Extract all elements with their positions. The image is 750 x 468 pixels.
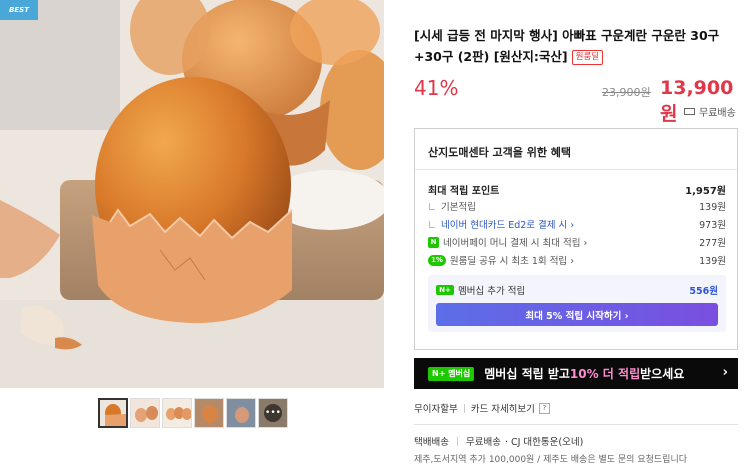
membership-value: 556원: [689, 286, 718, 297]
product-title-text: [시세 급등 전 마지막 행사] 아빠표 구운계란 구운란 30구+30구 (2…: [414, 28, 720, 64]
thumbnail-4[interactable]: [194, 398, 224, 428]
tree-line-icon: [429, 220, 435, 228]
divider: [463, 403, 465, 413]
chevron-right-icon: ›: [722, 365, 728, 380]
membership-row: N+ 멤버십 추가 적립 556원: [436, 283, 718, 297]
max-points-row: 최대 적립 포인트 1,957원: [428, 182, 726, 197]
benefit-row-basic: 기본적립 139원: [428, 199, 726, 213]
tree-line-icon: [429, 202, 435, 210]
max-points-label: 최대 적립 포인트: [428, 186, 500, 197]
thumbnail-5[interactable]: [226, 398, 256, 428]
benefit-value: 139원: [699, 256, 726, 267]
product-title: [시세 급등 전 마지막 행사] 아빠표 구운계란 구운란 30구+30구 (2…: [414, 25, 744, 67]
membership-promo-banner[interactable]: N+ 멤버십 멤버십 적립 받고 10% 더 적립 받으세요 ›: [414, 358, 738, 389]
benefit-value: 277원: [699, 238, 726, 249]
card-benefit-link[interactable]: 네이버 현대카드 Ed2로 결제 시 ›: [441, 217, 574, 231]
payment-options: 무이자할부 카드 자세히보기 ?: [414, 401, 550, 415]
benefit-value: 973원: [699, 220, 726, 231]
divider: [456, 436, 458, 446]
shipping-info: 무료배송: [684, 104, 736, 119]
egg-thumb-image: [100, 400, 126, 426]
installment-label: 무이자할부: [414, 404, 458, 415]
share-benefit-link[interactable]: 원룸딜 공유 시 최초 1회 적립 ›: [450, 253, 574, 267]
shipping-label: 무료배송: [699, 108, 736, 119]
card-detail-link[interactable]: 카드 자세히보기: [471, 401, 535, 415]
divider: [414, 424, 738, 425]
egg-photo: [0, 0, 384, 388]
more-icon: •••: [264, 404, 282, 422]
best-badge: BEST: [0, 0, 38, 20]
egg-thumb-image: [163, 399, 191, 427]
benefit-box: 산지도매센타 고객을 위한 혜택 최대 적립 포인트 1,957원 기본적립 1…: [414, 128, 738, 350]
npay-icon: N: [428, 236, 439, 248]
thumbnail-strip: •••: [98, 398, 288, 428]
delivery-carrier: · CJ 대한통운(오네): [504, 437, 584, 448]
membership-label: 멤버십 추가 적립: [458, 286, 526, 297]
thumbnail-1[interactable]: [98, 398, 128, 428]
delivery-info: 택배배송 무료배송 · CJ 대한통운(오네): [414, 434, 583, 448]
egg-thumb-image: [227, 399, 255, 427]
egg-thumb-image: [131, 399, 159, 427]
membership-box: N+ 멤버십 추가 적립 556원 최대 5% 적립 시작하기 ›: [428, 275, 726, 332]
benefit-row-card[interactable]: 네이버 현대카드 Ed2로 결제 시 › 973원: [428, 217, 726, 231]
original-price: 23,900원: [602, 86, 651, 99]
promo-text-1: 멤버십 적립 받고: [484, 367, 570, 381]
benefit-label: 기본적립: [441, 202, 476, 213]
benefit-title: 산지도매센타 고객을 위한 혜택: [428, 146, 572, 159]
discount-rate: 41%: [414, 76, 459, 100]
membership-start-button[interactable]: 최대 5% 적립 시작하기 ›: [436, 303, 718, 326]
thumbnail-2[interactable]: [130, 398, 160, 428]
main-product-image[interactable]: BEST: [0, 0, 384, 388]
thumbnail-more[interactable]: •••: [258, 398, 288, 428]
naver-plus-membership-icon: N+ 멤버십: [428, 366, 475, 381]
benefit-row-share[interactable]: 1% 원룸딜 공유 시 최초 1회 적립 › 139원: [428, 253, 726, 267]
share-percent-icon: 1%: [428, 254, 446, 266]
thumbnail-3[interactable]: [162, 398, 192, 428]
max-points-value: 1,957원: [685, 186, 726, 197]
help-icon[interactable]: ?: [538, 402, 550, 414]
egg-thumb-image: [195, 399, 223, 427]
npay-benefit-link[interactable]: 네이버페이 머니 결제 시 최대 적립 ›: [443, 235, 587, 249]
divider: [415, 169, 737, 170]
delivery-note: 제주,도서지역 추가 100,000원 / 제주도 배송은 별도 문의 요청드립…: [414, 455, 687, 465]
delivery-fee: 무료배송: [465, 437, 501, 448]
promo-text-2: 받으세요: [640, 367, 685, 381]
benefit-value: 139원: [699, 202, 726, 213]
origin-badge: 원룸딜: [571, 50, 604, 65]
promo-text-accent: 10% 더 적립: [569, 367, 641, 381]
naver-plus-icon: N+: [436, 285, 454, 295]
delivery-type: 택배배송: [414, 437, 449, 448]
truck-icon: [684, 108, 695, 115]
benefit-row-npay[interactable]: N 네이버페이 머니 결제 시 최대 적립 › 277원: [428, 235, 726, 249]
